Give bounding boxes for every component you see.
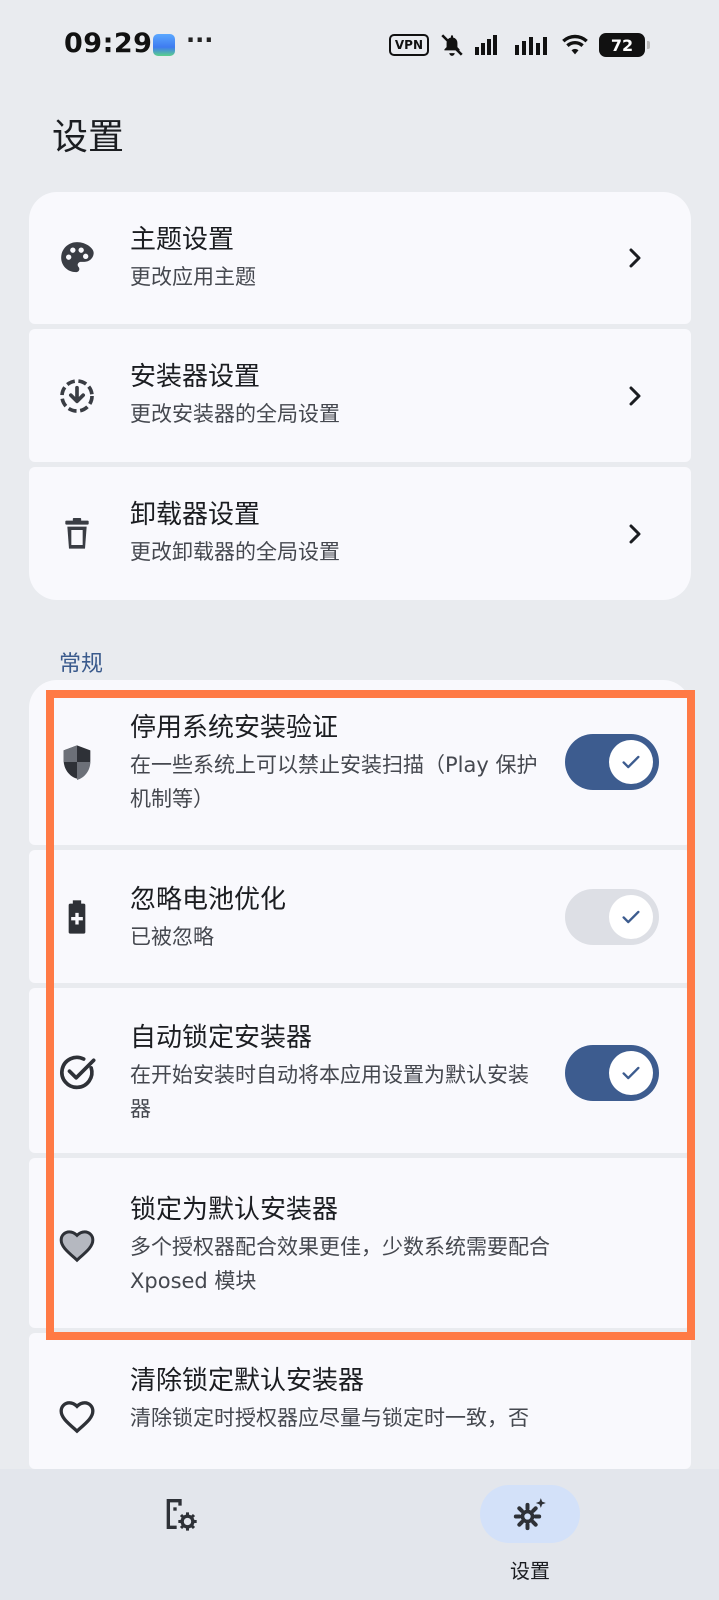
lock-default-installer-title: 锁定为默认安装器 [130,1195,339,1225]
check-icon [622,910,640,924]
nav-item-app-settings[interactable] [130,1485,230,1585]
battery-icon [57,897,97,937]
uninstaller-settings-item[interactable]: 卸载器设置 更改卸载器的全局设置 [29,467,691,600]
uninstaller-settings-title: 卸载器设置 [130,500,261,530]
nav-pill-active [480,1485,580,1543]
theme-settings-item[interactable]: 主题设置 更改应用主题 [29,192,691,324]
page-title: 设置 [52,117,125,158]
status-bar: 09:29 ··· VPN 72 [0,0,719,90]
disable-install-verification-title: 停用系统安装验证 [130,713,339,743]
section-label-general: 常规 [59,652,104,677]
auto-lock-installer-subtitle: 在开始安装时自动将本应用设置为默认安装器 [130,1063,529,1121]
check-circle-icon [57,1052,97,1092]
download-circle-icon [57,376,97,416]
check-icon [622,755,640,769]
vpn-icon: VPN [388,34,429,56]
auto-lock-installer-title: 自动锁定安装器 [130,1023,313,1053]
theme-settings-title: 主题设置 [130,225,235,255]
chevron-right-icon [623,246,647,270]
trash-icon [57,514,97,554]
disable-install-verification-item[interactable]: 停用系统安装验证 在一些系统上可以禁止安装扫描（Play 保护机制等） [29,680,691,845]
battery-status-icon: 72 [599,33,650,57]
auto-lock-installer-toggle[interactable] [565,1045,659,1101]
lock-default-installer-item[interactable]: 锁定为默认安装器 多个授权器配合效果更佳，少数系统需要配合 Xposed 模块 [29,1158,691,1328]
theme-settings-subtitle: 更改应用主题 [130,265,256,289]
status-time: 09:29 [64,28,153,59]
chevron-right-icon [623,384,647,408]
clear-lock-default-installer-item[interactable]: 清除锁定默认安装器 清除锁定时授权器应尽量与锁定时一致，否 [29,1333,691,1469]
palette-icon [57,238,97,278]
app-settings-icon [166,1499,197,1531]
heart-filled-icon [57,1226,97,1266]
status-icons: VPN 72 [388,30,650,60]
clear-lock-default-installer-title: 清除锁定默认安装器 [130,1366,365,1396]
installer-settings-subtitle: 更改安装器的全局设置 [130,402,340,426]
toggle-knob [609,740,653,784]
lock-default-installer-subtitle: 多个授权器配合效果更佳，少数系统需要配合 Xposed 模块 [130,1235,550,1293]
gear-sparkle-icon [513,1498,546,1531]
uninstaller-settings-subtitle: 更改卸载器的全局设置 [130,540,340,564]
app-notification-icon [153,34,175,56]
ignore-battery-optimization-item[interactable]: 忽略电池优化 已被忽略 [29,850,691,983]
bell-off-icon [441,34,463,56]
signal-icon-2 [515,37,547,55]
toggle-knob [609,1051,653,1095]
wifi-icon [562,34,588,55]
bottom-navigation-bar: 设置 [0,1469,719,1600]
disable-install-verification-subtitle: 在一些系统上可以禁止安装扫描（Play 保护机制等） [130,753,538,811]
shield-icon [57,742,97,782]
toggle-knob [609,895,653,939]
clear-lock-default-installer-subtitle: 清除锁定时授权器应尽量与锁定时一致，否 [130,1406,529,1430]
chevron-right-icon [623,522,647,546]
nav-item-settings[interactable]: 设置 [480,1485,580,1585]
heart-outline-icon [57,1397,97,1437]
installer-settings-title: 安装器设置 [130,362,261,392]
signal-icon [475,35,497,55]
ignore-battery-optimization-title: 忽略电池优化 [130,885,287,915]
auto-lock-installer-item[interactable]: 自动锁定安装器 在开始安装时自动将本应用设置为默认安装器 [29,988,691,1153]
nav-label-settings: 设置 [510,1559,550,1583]
nav-pill [130,1485,230,1543]
installer-settings-item[interactable]: 安装器设置 更改安装器的全局设置 [29,329,691,462]
more-notifications-icon: ··· [186,26,214,54]
ignore-battery-optimization-toggle[interactable] [565,889,659,945]
ignore-battery-optimization-subtitle: 已被忽略 [130,925,214,949]
disable-install-verification-toggle[interactable] [565,734,659,790]
check-icon [622,1066,640,1080]
